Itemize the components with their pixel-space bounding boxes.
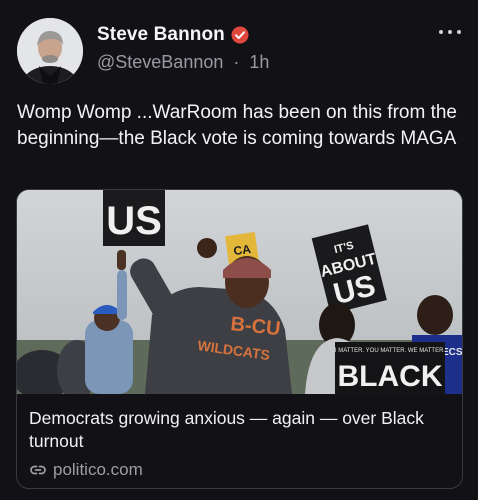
link-card-domain: politico.com <box>53 460 143 479</box>
svg-text:I MATTER. YOU MATTER. WE MATTE: I MATTER. YOU MATTER. WE MATTER. <box>335 348 446 354</box>
post: Steve Bannon @SteveBannon · 1h Womp Womp… <box>0 0 478 500</box>
svg-text:BLACK: BLACK <box>338 360 443 393</box>
link-card-source[interactable]: politico.com <box>29 460 143 480</box>
avatar[interactable] <box>17 18 83 84</box>
verified-badge-icon <box>231 26 249 44</box>
author-display-name[interactable]: Steve Bannon <box>97 24 225 46</box>
link-card[interactable]: US CA B-CU WILDCATS IT'S ABOUT US ECS I … <box>16 189 463 489</box>
post-time: 1h <box>249 52 270 72</box>
handle-separator: · <box>233 52 240 72</box>
author-handle-row: @SteveBannon · 1h <box>97 52 269 73</box>
link-icon <box>29 461 47 479</box>
svg-text:CA: CA <box>233 242 252 258</box>
link-card-image: US CA B-CU WILDCATS IT'S ABOUT US ECS I … <box>17 190 462 394</box>
author-name-row: Steve Bannon <box>97 24 249 46</box>
more-horizontal-icon[interactable] <box>439 28 461 36</box>
svg-text:US: US <box>106 199 162 243</box>
post-text: Womp Womp ...WarRoom has been on this fr… <box>17 102 457 149</box>
link-card-title[interactable]: Democrats growing anxious — again — over… <box>29 407 454 453</box>
author-handle[interactable]: @SteveBannon <box>97 52 223 72</box>
